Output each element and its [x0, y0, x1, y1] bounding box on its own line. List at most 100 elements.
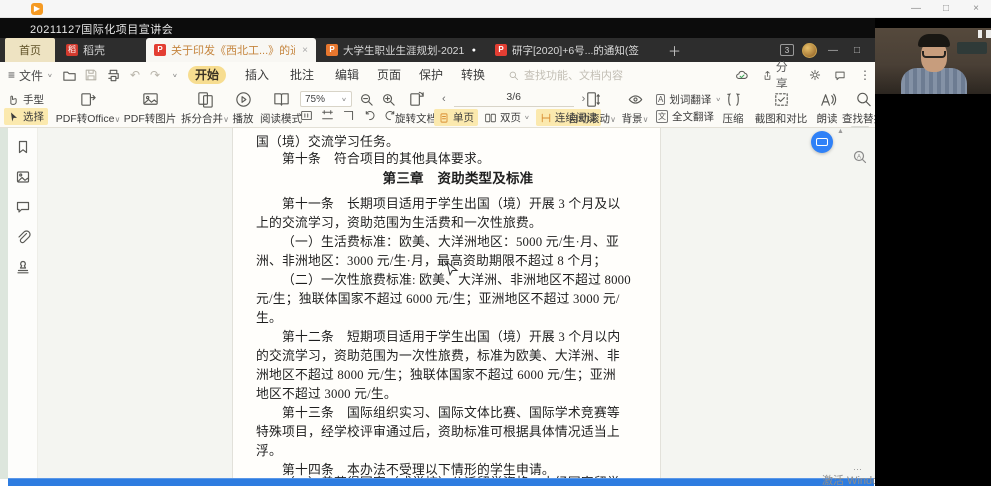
- chat-icon[interactable]: [834, 69, 846, 82]
- wps-assistant-button[interactable]: [811, 131, 833, 153]
- hand-tool-button[interactable]: 手型: [6, 92, 44, 107]
- screenshot-icon: [772, 90, 791, 109]
- book-icon: [272, 90, 291, 109]
- fit-page-icon[interactable]: [342, 109, 355, 122]
- conference-minimize-button[interactable]: —: [903, 0, 929, 17]
- rotate-document-button[interactable]: 旋转文档: [392, 90, 440, 126]
- split-merge-button[interactable]: 拆分合并∨: [178, 90, 232, 126]
- file-menu[interactable]: ≡ 文件 ∨: [8, 62, 53, 88]
- previous-page-icon[interactable]: ‹: [442, 93, 446, 105]
- document-count-badge[interactable]: 3: [780, 44, 794, 56]
- wps-restore-button[interactable]: □: [849, 45, 865, 56]
- video-layout-icon[interactable]: [986, 30, 991, 38]
- menu-tab-annotate[interactable]: 批注: [283, 66, 321, 84]
- document-viewport[interactable]: 国（境）交流学习任务。 第十条 符合项目的其他具体要求。 第三章 资助类型及标准…: [38, 128, 875, 479]
- share-icon: [762, 69, 773, 82]
- tab-pdf-document-2[interactable]: P 研字[2020]+6号...的通知(签章).pdf: [487, 38, 647, 62]
- pdf-to-image-icon: [141, 90, 160, 109]
- play-button[interactable]: 播放: [228, 90, 258, 126]
- read-aloud-button[interactable]: 朗读: [812, 90, 842, 126]
- open-folder-button[interactable]: [62, 62, 77, 88]
- attachment-icon[interactable]: [15, 229, 31, 245]
- full-translate-button[interactable]: 文 全文翻译: [656, 109, 714, 124]
- auto-scroll-button[interactable]: 自动滚动∨: [566, 90, 618, 126]
- unsaved-dot-icon: ●: [472, 47, 476, 54]
- scrollbar-track[interactable]: [851, 126, 869, 128]
- menu-tab-protect[interactable]: 保护: [412, 66, 450, 84]
- tab-ppt-label: 大学生职业生涯规划-2021春季学期: [343, 43, 465, 58]
- share-button[interactable]: 分享: [762, 58, 796, 92]
- thumbnail-icon[interactable]: [15, 169, 31, 185]
- search-box[interactable]: 查找功能、文档内容: [508, 67, 623, 83]
- play-icon: [234, 90, 253, 109]
- tab-home-label: 首页: [19, 42, 41, 58]
- word-translate-float-icon[interactable]: A: [852, 149, 868, 165]
- rotate-document-icon: [407, 90, 426, 109]
- tab-document-active[interactable]: P 关于印发《西北工...》的通知.pdf ×: [146, 38, 316, 62]
- pdf-to-office-label: PDF转Office: [56, 113, 115, 125]
- presenter-cap: [918, 34, 950, 47]
- auto-scroll-label: 自动滚动: [568, 113, 610, 125]
- compress-button[interactable]: 压缩: [716, 90, 750, 126]
- zoom-level-dropdown[interactable]: 75% ∨: [300, 91, 352, 107]
- conference-close-button[interactable]: ×: [963, 0, 989, 17]
- save-button[interactable]: [84, 62, 98, 88]
- tab-ppt-document[interactable]: P 大学生职业生涯规划-2021春季学期 ●: [318, 38, 484, 62]
- print-button[interactable]: [106, 62, 121, 88]
- menu-tab-edit[interactable]: 编辑: [328, 66, 366, 84]
- pdf-to-image-button[interactable]: PDF转图片: [122, 90, 178, 126]
- select-tool-label: 选择: [23, 109, 44, 124]
- menu-tab-start[interactable]: 开始: [188, 66, 226, 84]
- read-mode-label: 阅读模式: [260, 113, 302, 125]
- new-tab-button[interactable]: ＋: [660, 38, 689, 62]
- tab-document-label: 关于印发《西北工...》的通知.pdf: [171, 42, 295, 58]
- webcam-video[interactable]: [875, 28, 991, 94]
- word-translate-button[interactable]: A 划词翻译 ∨: [656, 92, 721, 107]
- tab-home[interactable]: 首页: [5, 38, 55, 62]
- background-button[interactable]: 背景∨: [616, 90, 654, 126]
- file-menu-label: 文件: [19, 67, 43, 84]
- tab-close-icon[interactable]: ×: [302, 45, 308, 56]
- wps-tab-bar: 首页 稻 稻壳 P 关于印发《西北工...》的通知.pdf × P 大学生职业生…: [0, 38, 875, 62]
- full-translate-label: 全文翻译: [672, 109, 714, 124]
- double-page-button[interactable]: 双页 ∨: [484, 110, 530, 125]
- wps-minimize-button[interactable]: —: [825, 45, 841, 56]
- undo-icon: ↶: [130, 68, 140, 82]
- menu-tab-page[interactable]: 页面: [370, 66, 408, 84]
- more-icon[interactable]: ⋮: [859, 68, 871, 82]
- seal-icon[interactable]: [15, 259, 31, 275]
- svg-text:A: A: [857, 154, 861, 160]
- single-page-button[interactable]: 单页: [434, 109, 478, 126]
- menu-tab-convert[interactable]: 转换: [454, 66, 492, 84]
- rotate-left-icon[interactable]: [363, 109, 376, 122]
- cloud-sync-icon[interactable]: [735, 68, 749, 82]
- folder-icon: [62, 68, 77, 83]
- user-avatar[interactable]: [802, 43, 817, 58]
- scrollbar-up-arrow[interactable]: ▲: [837, 128, 844, 135]
- double-page-label: 双页: [500, 110, 521, 125]
- read-mode-button[interactable]: 阅读模式: [258, 90, 304, 126]
- tab-docer[interactable]: 稻 稻壳: [58, 38, 113, 62]
- document-line: 第十三条 国际组织实习、国际文体比赛、国际学术竞赛等: [256, 402, 660, 421]
- fit-width-icon[interactable]: [321, 109, 334, 122]
- compress-label: 压缩: [723, 113, 744, 125]
- quick-access-dropdown[interactable]: ∨: [172, 62, 178, 88]
- comment-icon[interactable]: [15, 199, 31, 215]
- redo-button[interactable]: ↷: [150, 62, 160, 88]
- undo-button[interactable]: ↶: [130, 62, 140, 88]
- save-icon: [84, 68, 98, 82]
- menu-tab-insert[interactable]: 插入: [238, 66, 276, 84]
- bookmark-icon[interactable]: [15, 139, 31, 155]
- actual-size-icon[interactable]: [300, 109, 313, 122]
- screenshot-compare-button[interactable]: 截图和对比: [750, 90, 812, 126]
- gear-icon[interactable]: [809, 68, 821, 82]
- chevron-down-icon: ∨: [643, 115, 649, 124]
- conference-maximize-button[interactable]: □: [933, 0, 959, 17]
- document-line: 第十条 符合项目的其他具体要求。: [256, 148, 660, 167]
- zoom-out-icon[interactable]: [359, 92, 374, 107]
- chevron-down-icon: ∨: [114, 115, 120, 124]
- pdf-to-office-button[interactable]: PDF转Office∨: [55, 90, 121, 126]
- select-tool-button[interactable]: 选择: [4, 108, 48, 125]
- split-merge-icon: [196, 90, 215, 109]
- page-indicator[interactable]: 3/6: [454, 91, 574, 107]
